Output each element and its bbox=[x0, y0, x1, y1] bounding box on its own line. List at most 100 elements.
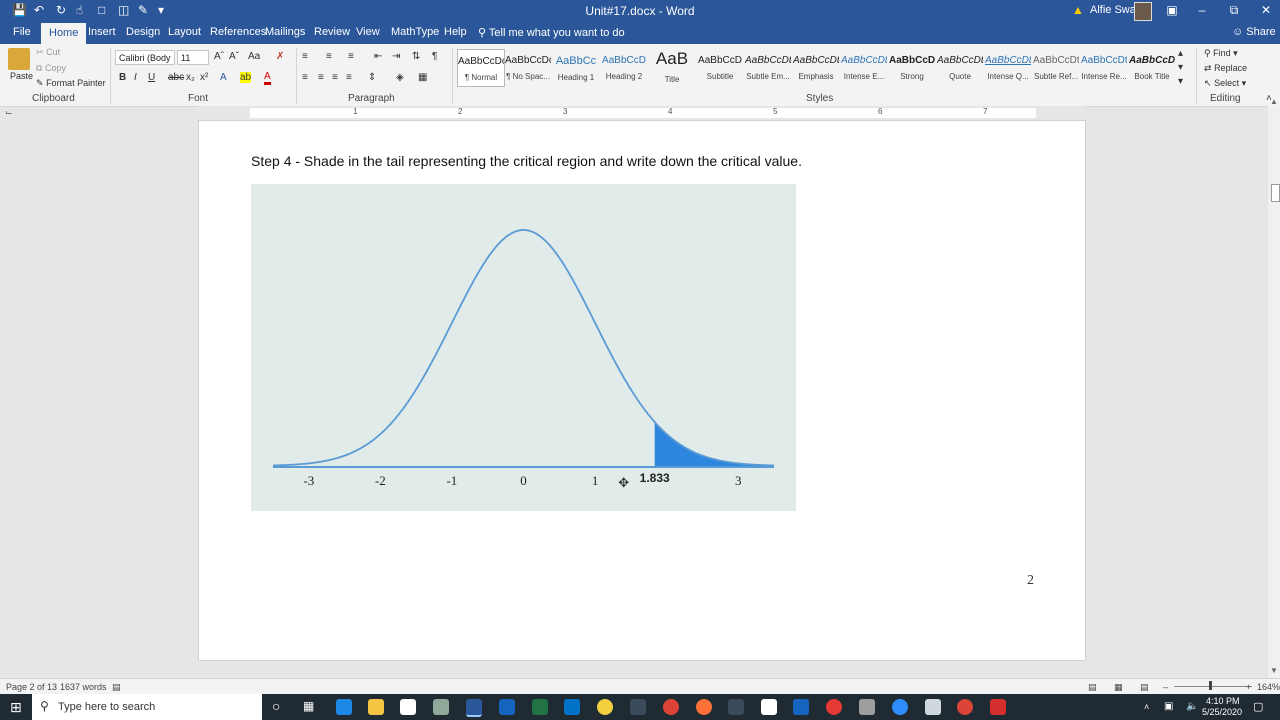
step-heading[interactable]: Step 4 - Shade in the tail representing … bbox=[251, 153, 802, 169]
superscript-icon[interactable]: x² bbox=[200, 72, 208, 83]
restore-button[interactable]: ⧉ bbox=[1224, 3, 1244, 18]
tab-insert[interactable]: Insert bbox=[88, 26, 116, 38]
paste-button[interactable]: Paste bbox=[10, 71, 33, 81]
cut-button[interactable]: ✂ Cut bbox=[36, 47, 60, 58]
align-center-icon[interactable]: ≡ bbox=[318, 72, 324, 83]
text-effects-icon[interactable]: A bbox=[220, 72, 227, 83]
font-size-select[interactable]: 11 bbox=[177, 50, 209, 65]
zoom-level[interactable]: 164% bbox=[1257, 682, 1280, 692]
read-mode-icon[interactable]: ▤ bbox=[1088, 682, 1097, 693]
app-icon[interactable] bbox=[597, 699, 613, 715]
sway-icon[interactable] bbox=[499, 699, 515, 715]
app-icon[interactable] bbox=[433, 699, 449, 715]
style-item[interactable]: AaBbCcDt Intense Q... bbox=[985, 49, 1031, 85]
tab-file[interactable]: File bbox=[13, 26, 31, 38]
horizontal-ruler[interactable]: 1 2 3 4 5 6 7 bbox=[198, 106, 1086, 120]
clear-format-icon[interactable]: ✗ bbox=[276, 51, 284, 62]
proofing-icon[interactable]: ▤ bbox=[112, 682, 121, 693]
justify-icon[interactable]: ≡ bbox=[346, 72, 352, 83]
strikethrough-icon[interactable]: abc bbox=[168, 72, 184, 83]
format-painter-button[interactable]: ✎ Format Painter bbox=[36, 78, 106, 89]
style-item[interactable]: AaBbCcDt Strong bbox=[889, 49, 935, 85]
change-case-icon[interactable]: Aa bbox=[248, 51, 260, 62]
grow-font-icon[interactable]: Aˆ bbox=[214, 51, 224, 62]
zoom-icon[interactable] bbox=[892, 699, 908, 715]
align-right-icon[interactable]: ≡ bbox=[332, 72, 338, 83]
tab-home[interactable]: Home bbox=[41, 23, 87, 44]
tab-review[interactable]: Review bbox=[314, 26, 350, 38]
multilevel-list-icon[interactable]: ≡ bbox=[348, 51, 354, 62]
file-explorer-icon[interactable] bbox=[368, 699, 384, 715]
style-item[interactable]: AaBbCcDt Intense E... bbox=[841, 49, 887, 85]
bold-icon[interactable]: B bbox=[119, 72, 126, 83]
subscript-icon[interactable]: x₂ bbox=[186, 72, 195, 83]
camera-icon[interactable] bbox=[859, 699, 875, 715]
windows-start-icon[interactable]: ⊞ bbox=[10, 699, 22, 716]
record-icon[interactable] bbox=[826, 699, 842, 715]
document-page[interactable]: Step 4 - Shade in the tail representing … bbox=[198, 120, 1086, 661]
taskbar-search[interactable]: ⚲ Type here to search bbox=[32, 694, 262, 720]
clock-date[interactable]: 5/25/2020 bbox=[1202, 707, 1242, 717]
styles-down-icon[interactable]: ▾ bbox=[1178, 62, 1183, 73]
minimize-button[interactable]: – bbox=[1192, 3, 1212, 17]
style-item[interactable]: AaBbCcDt Emphasis bbox=[793, 49, 839, 85]
tab-mathtype[interactable]: MathType bbox=[391, 26, 439, 38]
shrink-font-icon[interactable]: Aˇ bbox=[229, 51, 239, 62]
app-icon[interactable] bbox=[630, 699, 646, 715]
normal-distribution-chart[interactable]: -3 -2 -1 0 1 1.833 3 ✥ bbox=[251, 184, 796, 511]
tab-mailings[interactable]: Mailings bbox=[265, 26, 305, 38]
chrome-icon[interactable] bbox=[663, 699, 679, 715]
task-view-icon[interactable]: ▦ bbox=[303, 699, 314, 713]
style-item[interactable]: AaBbCcD Heading 2 bbox=[601, 49, 647, 85]
italic-icon[interactable]: I bbox=[134, 72, 137, 83]
align-left-icon[interactable]: ≡ bbox=[302, 72, 308, 83]
cortana-icon[interactable]: ○ bbox=[272, 698, 280, 714]
network-icon[interactable]: ▣ bbox=[1164, 701, 1173, 712]
scrollbar-thumb[interactable] bbox=[1271, 184, 1280, 202]
word-count[interactable]: 1637 words bbox=[60, 682, 107, 692]
zoom-in-icon[interactable]: + bbox=[1246, 682, 1251, 692]
wd-icon[interactable] bbox=[793, 699, 809, 715]
highlight-icon[interactable]: ab bbox=[240, 72, 252, 83]
style-item[interactable]: AaBbCcDc ¶ Normal bbox=[457, 49, 505, 87]
app-icon[interactable] bbox=[761, 699, 777, 715]
warning-icon[interactable]: ▲ bbox=[1072, 3, 1084, 17]
page-count[interactable]: Page 2 of 13 bbox=[6, 682, 57, 692]
web-layout-icon[interactable]: ▤ bbox=[1140, 682, 1149, 693]
edge-icon[interactable] bbox=[336, 699, 352, 715]
style-item[interactable]: AaBbCcD Subtitle bbox=[697, 49, 743, 85]
styles-up-icon[interactable]: ▴ bbox=[1178, 48, 1183, 59]
app-icon[interactable] bbox=[925, 699, 941, 715]
vertical-scrollbar[interactable]: ▲ ▼ bbox=[1268, 97, 1280, 678]
tab-help[interactable]: Help bbox=[444, 26, 467, 38]
zoom-out-icon[interactable]: – bbox=[1163, 682, 1168, 692]
tab-references[interactable]: References bbox=[210, 26, 266, 38]
close-button[interactable]: ✕ bbox=[1256, 3, 1276, 17]
excel-icon[interactable] bbox=[532, 699, 548, 715]
volume-icon[interactable]: 🔈 bbox=[1186, 701, 1198, 712]
outlook-icon[interactable] bbox=[564, 699, 580, 715]
avatar[interactable] bbox=[1134, 2, 1152, 21]
ribbon-display-icon[interactable]: ▣ bbox=[1162, 3, 1182, 17]
scroll-down-icon[interactable]: ▼ bbox=[1270, 666, 1278, 675]
tab-design[interactable]: Design bbox=[126, 26, 160, 38]
tab-view[interactable]: View bbox=[356, 26, 380, 38]
copy-button[interactable]: ⧉ Copy bbox=[36, 63, 66, 74]
style-item[interactable]: AaB Title bbox=[649, 49, 695, 85]
line-spacing-icon[interactable]: ⇕ bbox=[368, 72, 376, 83]
style-item[interactable]: AaBbCcDt Subtle Em... bbox=[745, 49, 791, 85]
acrobat-icon[interactable] bbox=[990, 699, 1006, 715]
chrome-profile-icon[interactable] bbox=[957, 699, 973, 715]
increase-indent-icon[interactable]: ⇥ bbox=[392, 51, 400, 62]
styles-more-icon[interactable]: ▾ bbox=[1178, 76, 1183, 87]
print-layout-icon[interactable]: ▦ bbox=[1114, 682, 1123, 693]
word-icon[interactable] bbox=[466, 699, 482, 717]
borders-icon[interactable]: ▦ bbox=[418, 72, 427, 83]
tell-me-box[interactable]: ⚲ Tell me what you want to do bbox=[478, 26, 625, 39]
font-color-icon[interactable]: A bbox=[264, 72, 271, 85]
decrease-indent-icon[interactable]: ⇤ bbox=[374, 51, 382, 62]
scroll-up-icon[interactable]: ▲ bbox=[1270, 97, 1278, 106]
firefox-icon[interactable] bbox=[696, 699, 712, 715]
store-icon[interactable] bbox=[400, 699, 416, 715]
select-button[interactable]: ↖ Select ▾ bbox=[1204, 78, 1246, 89]
